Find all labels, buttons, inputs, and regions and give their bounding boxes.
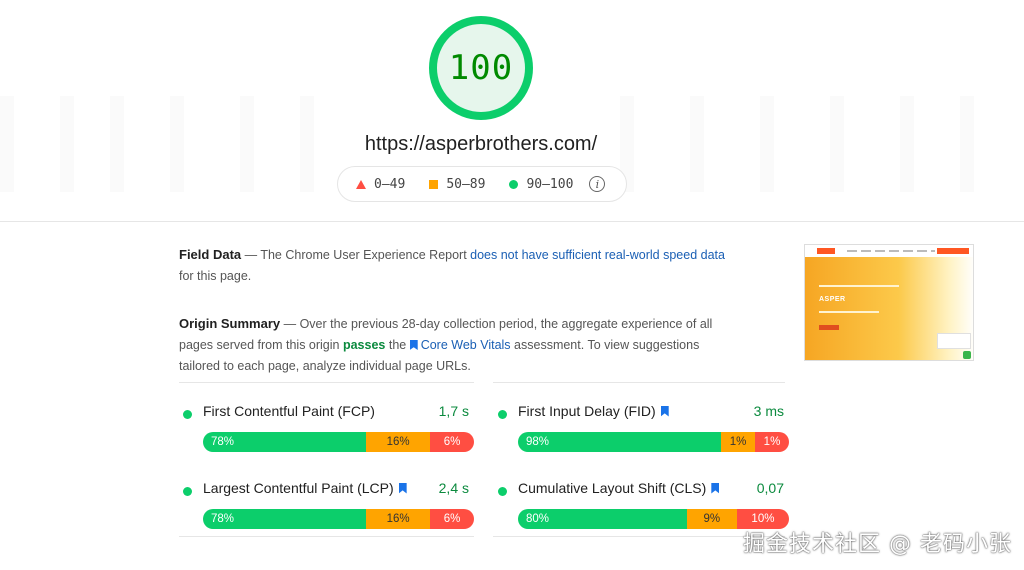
bar-segment-poor: 6% [430, 432, 474, 452]
legend-item-pass: 90–100 [509, 177, 573, 192]
metric-name-label: First Contentful Paint (FCP) [203, 403, 375, 419]
metric-value: 1,7 s [438, 403, 469, 419]
bar-segment-poor: 1% [755, 432, 789, 452]
metric-value: 3 ms [753, 403, 784, 419]
score-legend: 0–49 50–89 90–100 i [337, 166, 627, 202]
thumbnail-nav-links [847, 250, 935, 252]
thumbnail-card [937, 333, 971, 349]
metric-lcp: Largest Contentful Paint (LCP) 2,4 s 78%… [179, 467, 474, 529]
metrics-divider-top [179, 382, 785, 383]
pass-dot-icon [498, 487, 507, 496]
core-web-vitals-link-label: Core Web Vitals [420, 338, 511, 352]
metrics-divider-bottom [179, 536, 785, 537]
origin-summary-text-mid: the [385, 338, 410, 352]
page-screenshot-thumbnail[interactable]: ASPER [804, 244, 974, 361]
bar-segment-poor: 6% [430, 509, 474, 529]
metric-name-label: First Input Delay (FID) [518, 403, 656, 419]
origin-summary-heading: Origin Summary [179, 316, 281, 331]
field-data-link[interactable]: does not have sufficient real-world spee… [470, 248, 725, 262]
metric-value: 0,07 [756, 480, 784, 496]
metric-value: 2,4 s [438, 480, 469, 496]
field-data-section: Field Data — The Chrome User Experience … [179, 244, 739, 287]
bar-segment-average: 1% [721, 432, 755, 452]
legend-item-average: 50–89 [429, 177, 485, 192]
score-value: 100 [448, 48, 514, 88]
bookmark-icon [398, 482, 407, 494]
bar-segment-good: 78% [203, 432, 367, 452]
bookmark-icon [660, 405, 669, 417]
origin-summary-section: Origin Summary — Over the previous 28-da… [179, 313, 739, 377]
field-data-heading: Field Data [179, 247, 242, 262]
thumbnail-title: ASPER [819, 296, 846, 303]
watermark: 掘金技术社区 @ 老码小张 [743, 532, 1012, 557]
metric-name[interactable]: First Contentful Paint (FCP) [203, 403, 375, 419]
core-web-vitals-link[interactable]: Core Web Vitals [409, 338, 511, 352]
pass-dot-icon [183, 410, 192, 419]
bookmark-icon [711, 482, 720, 494]
thumbnail-button [819, 325, 839, 330]
circle-icon [509, 179, 519, 189]
thumbnail-text-line [819, 311, 879, 313]
tested-url: https://asperbrothers.com/ [364, 133, 598, 155]
metric-name[interactable]: First Input Delay (FID) [518, 403, 672, 419]
metric-name[interactable]: Cumulative Layout Shift (CLS) [518, 480, 722, 496]
chat-icon [963, 351, 971, 359]
distribution-bar: 78% 16% 6% [203, 432, 474, 452]
legend-item-fail: 0–49 [356, 177, 405, 192]
pass-dot-icon [183, 487, 192, 496]
thumbnail-subtitle [819, 285, 899, 287]
triangle-icon [356, 179, 366, 189]
bar-segment-good: 78% [203, 509, 367, 529]
legend-label: 90–100 [526, 176, 574, 192]
metric-name-label: Cumulative Layout Shift (CLS) [518, 480, 707, 496]
metric-fcp: First Contentful Paint (FCP) 1,7 s 78% 1… [179, 390, 474, 452]
distribution-bar: 78% 16% 6% [203, 509, 474, 529]
field-data-text-after: for this page. [179, 269, 252, 283]
passes-label: passes [342, 338, 386, 352]
metric-name-label: Largest Contentful Paint (LCP) [203, 480, 394, 496]
bar-segment-good: 98% [518, 432, 722, 452]
bar-segment-average: 16% [366, 432, 431, 452]
bar-segment-good: 80% [518, 509, 687, 529]
report-header: 100 https://asperbrothers.com/ 0–49 50–8… [0, 0, 1024, 222]
thumbnail-logo [817, 248, 835, 254]
thumbnail-cta [937, 248, 969, 254]
field-data-text: — The Chrome User Experience Report [241, 248, 471, 262]
square-icon [429, 179, 439, 189]
legend-label: 0–49 [374, 176, 406, 192]
metric-cls: Cumulative Layout Shift (CLS) 0,07 80% 9… [494, 467, 789, 529]
metric-fid: First Input Delay (FID) 3 ms 98% 1% 1% [494, 390, 789, 452]
metric-name[interactable]: Largest Contentful Paint (LCP) [203, 480, 410, 496]
legend-label: 50–89 [446, 176, 486, 192]
bar-segment-average: 9% [686, 509, 737, 529]
pass-dot-icon [498, 410, 507, 419]
info-icon[interactable]: i [589, 176, 606, 192]
bar-segment-average: 16% [366, 509, 431, 529]
distribution-bar: 98% 1% 1% [518, 432, 789, 452]
bookmark-icon [409, 340, 418, 350]
performance-score-gauge: 100 [429, 16, 533, 120]
